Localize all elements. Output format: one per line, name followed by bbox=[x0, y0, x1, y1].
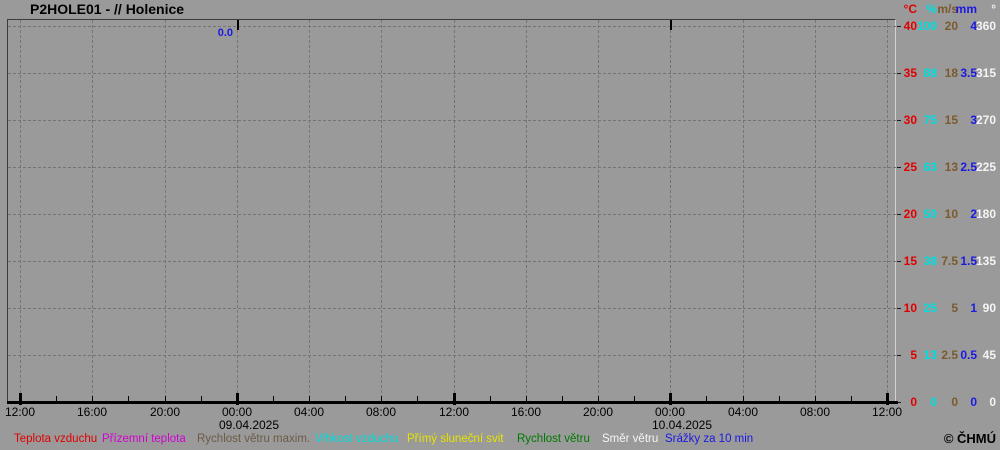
x-tick-label: 20:00 bbox=[149, 405, 181, 419]
axis-tick-minor bbox=[165, 396, 166, 402]
x-tick-label: 16:00 bbox=[76, 405, 108, 419]
axis-tick-major bbox=[669, 393, 672, 405]
right-axis-value: 360 bbox=[975, 19, 996, 33]
gridline-vertical bbox=[237, 20, 238, 401]
axis-tick-minor bbox=[345, 396, 346, 402]
gridline-horizontal bbox=[8, 308, 896, 309]
axis-tick-minor bbox=[634, 396, 635, 402]
legend-item: Teplota vzduchu bbox=[14, 433, 98, 445]
x-date-label: 10.04.2025 bbox=[651, 418, 713, 432]
axis-tick-minor bbox=[851, 396, 852, 402]
gridline-vertical bbox=[309, 20, 310, 401]
axis-tick-minor bbox=[779, 396, 780, 402]
axis-tick-minor bbox=[743, 396, 744, 402]
right-axis-unit: ° bbox=[991, 2, 996, 16]
right-axis-value: 315 bbox=[975, 66, 996, 80]
legend-item: Vlhkost vzduchu bbox=[315, 433, 399, 445]
legend-item: Rychlost větru bbox=[517, 433, 590, 445]
x-tick-label: 08:00 bbox=[799, 405, 831, 419]
gridline-horizontal bbox=[8, 73, 896, 74]
legend-item: Srážky za 10 min bbox=[665, 433, 754, 445]
axis-tick-minor bbox=[92, 396, 93, 402]
axis-tick-minor bbox=[562, 396, 563, 402]
gridline-vertical bbox=[815, 20, 816, 401]
x-tick-label: 12:00 bbox=[871, 405, 903, 419]
gridline-horizontal bbox=[8, 167, 896, 168]
axis-tick-minor bbox=[706, 396, 707, 402]
axis-tick-minor bbox=[815, 396, 816, 402]
right-axis-value: 0 bbox=[989, 395, 996, 409]
page-title: P2HOLE01 - // Holenice bbox=[30, 1, 185, 17]
x-tick-label: 20:00 bbox=[582, 405, 614, 419]
axis-tick-major bbox=[19, 393, 22, 405]
gridline-vertical bbox=[454, 20, 455, 401]
x-tick-label: 04:00 bbox=[727, 405, 759, 419]
legend-item: Směr větru bbox=[602, 433, 659, 445]
gridline-horizontal bbox=[8, 26, 896, 27]
right-axis-value: 180 bbox=[975, 207, 996, 221]
axis-tick-minor bbox=[381, 396, 382, 402]
gridline-horizontal bbox=[8, 120, 896, 121]
x-tick-label: 12:00 bbox=[4, 405, 36, 419]
plot-area bbox=[7, 19, 896, 404]
weather-chart: P2HOLE01 - // Holenice 0.0 °C% m/s mm ° 40 10… bbox=[0, 0, 1000, 450]
legend-item: Přízemní teplota bbox=[102, 433, 186, 445]
gridline-horizontal bbox=[8, 214, 896, 215]
right-axis-value: 90 bbox=[982, 301, 996, 315]
gridline-vertical bbox=[381, 20, 382, 401]
gridline-vertical bbox=[165, 20, 166, 401]
right-axis-value: 135 bbox=[975, 254, 996, 268]
right-axis-value: 270 bbox=[975, 113, 996, 127]
right-axis-value: 225 bbox=[975, 160, 996, 174]
gridline-vertical bbox=[92, 20, 93, 401]
axis-tick-minor bbox=[526, 396, 527, 402]
x-tick-label: 08:00 bbox=[365, 405, 397, 419]
gridline-vertical bbox=[20, 20, 21, 401]
gridline-vertical bbox=[526, 20, 527, 401]
gridline-horizontal bbox=[8, 261, 896, 262]
legend-item: Rychlost větru maxim. bbox=[197, 433, 311, 445]
legend-item: Přímý sluneční svit bbox=[407, 433, 504, 445]
axis-tick-minor bbox=[309, 396, 310, 402]
x-tick-label: 12:00 bbox=[438, 405, 470, 419]
axis-tick-major bbox=[236, 393, 239, 405]
gridline-horizontal bbox=[8, 355, 896, 356]
x-date-label: 09.04.2025 bbox=[218, 418, 280, 432]
x-tick-label: 00:00 bbox=[654, 405, 686, 419]
axis-tick-minor bbox=[490, 396, 491, 402]
axis-tick-minor bbox=[598, 396, 599, 402]
midnight-top-tick bbox=[236, 20, 239, 30]
x-tick-label: 04:00 bbox=[293, 405, 325, 419]
gridline-vertical bbox=[743, 20, 744, 401]
x-tick-label: 00:00 bbox=[221, 405, 253, 419]
axis-tick-minor bbox=[273, 396, 274, 402]
axis-tick-major bbox=[453, 393, 456, 405]
copyright: © ČHMÚ bbox=[943, 431, 996, 446]
x-tick-label: 16:00 bbox=[510, 405, 542, 419]
axis-tick-minor bbox=[56, 396, 57, 402]
axis-tick-minor bbox=[128, 396, 129, 402]
axis-tick-minor bbox=[201, 396, 202, 402]
gridline-vertical bbox=[598, 20, 599, 401]
axis-tick-minor bbox=[417, 396, 418, 402]
midnight-top-tick bbox=[670, 20, 672, 30]
right-axis-value: 45 bbox=[982, 348, 996, 362]
precipitation-annotation: 0.0 bbox=[217, 27, 233, 39]
gridline-vertical bbox=[670, 20, 671, 401]
